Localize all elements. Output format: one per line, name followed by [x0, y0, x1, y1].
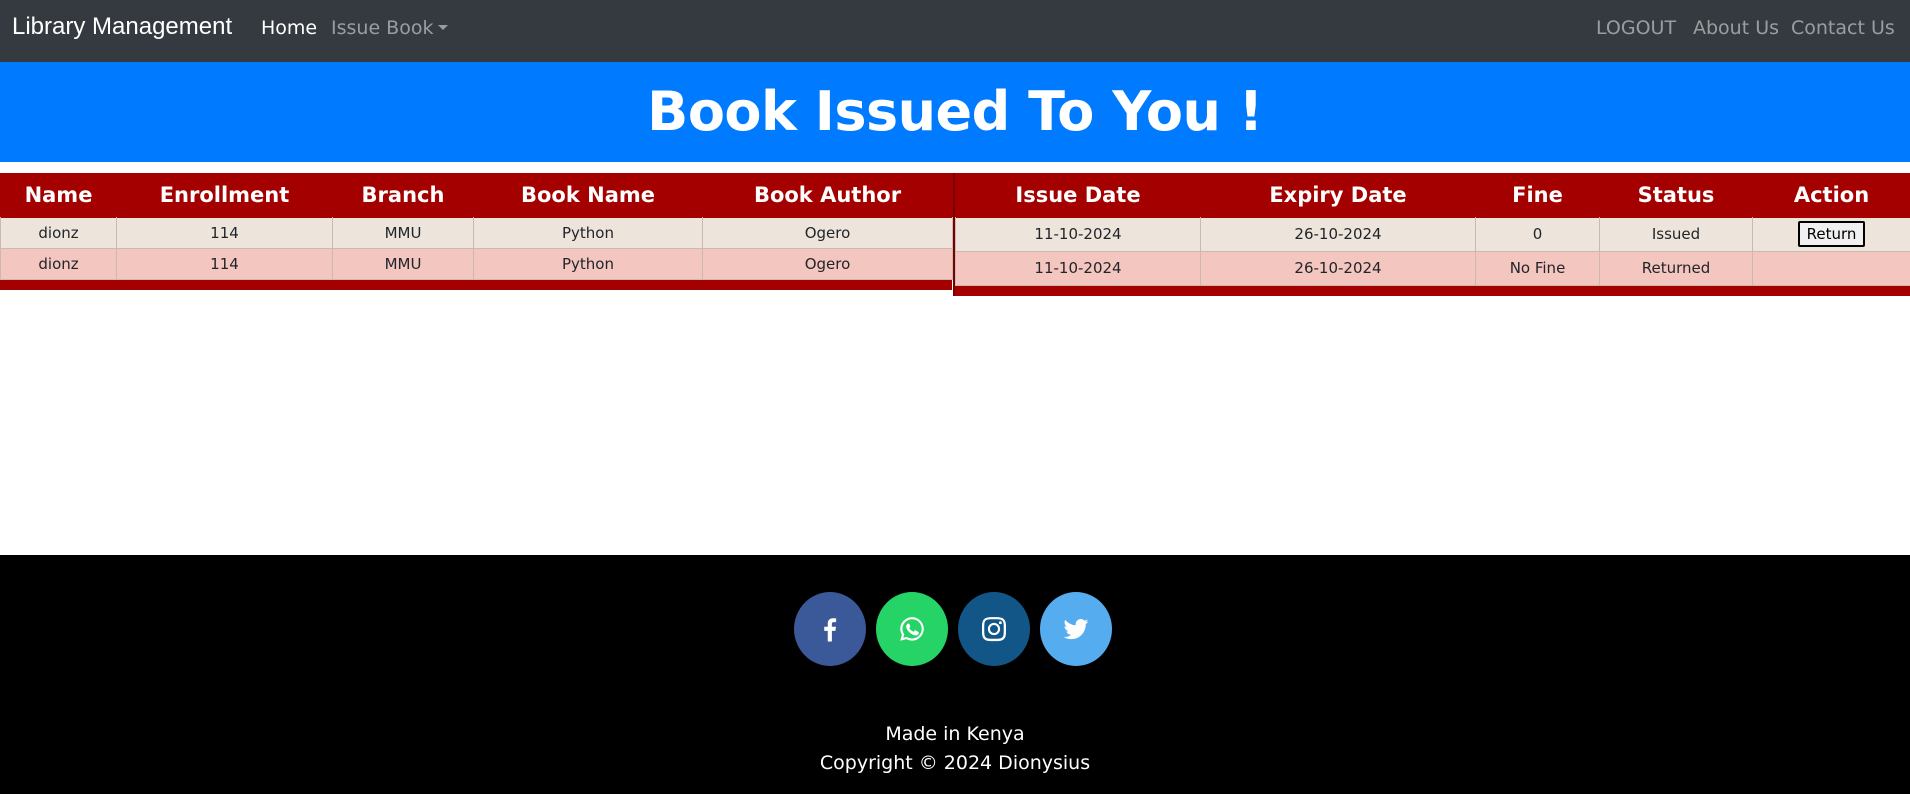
table-header-row: Name Enrollment Branch Book Name Book Au…: [0, 173, 953, 217]
facebook-icon: [824, 618, 837, 642]
cell-issue-date: 11-10-2024: [955, 216, 1201, 252]
cell-status: Issued: [1599, 216, 1753, 252]
cell-action: Return: [1752, 216, 1910, 252]
instagram-button[interactable]: [958, 592, 1030, 666]
facebook-button[interactable]: [794, 592, 866, 666]
student-book-table: Name Enrollment Branch Book Name Book Au…: [0, 173, 953, 290]
header-book-name: Book Name: [473, 173, 703, 217]
nav-issue-book-dropdown[interactable]: Issue Book: [331, 17, 449, 39]
header-branch: Branch: [332, 173, 474, 217]
table-header-row: Issue Date Expiry Date Fine Status Actio…: [955, 173, 1910, 217]
brand-link[interactable]: Library Management: [12, 13, 232, 41]
nav-issue-book-label: Issue Book: [331, 17, 434, 39]
cell-expiry-date: 26-10-2024: [1200, 216, 1476, 252]
header-fine: Fine: [1475, 173, 1600, 217]
footer: Made in Kenya Copyright © 2024 Dionysius: [0, 555, 1910, 794]
navbar: Library Management Home Issue Book LOGOU…: [0, 0, 1910, 62]
issue-status-table: Issue Date Expiry Date Fine Status Actio…: [953, 173, 1910, 296]
header-enrollment: Enrollment: [116, 173, 333, 217]
cell-book-name: Python: [473, 247, 703, 280]
cell-branch: MMU: [332, 247, 474, 280]
header-status: Status: [1599, 173, 1753, 217]
copyright-text: Copyright © 2024 Dionysius: [819, 752, 1091, 774]
whatsapp-button[interactable]: [876, 592, 948, 666]
cell-book-name: Python: [473, 216, 703, 249]
cell-branch: MMU: [332, 216, 474, 249]
twitter-button[interactable]: [1040, 592, 1112, 666]
page-banner: Book Issued To You !: [0, 62, 1910, 162]
cell-status: Returned: [1599, 250, 1753, 286]
whatsapp-icon: [900, 617, 924, 641]
cell-name: dionz: [0, 216, 117, 249]
header-name: Name: [0, 173, 117, 217]
cell-enrollment: 114: [116, 247, 333, 280]
cell-issue-date: 11-10-2024: [955, 250, 1201, 286]
header-book-author: Book Author: [702, 173, 953, 217]
cell-name: dionz: [0, 247, 117, 280]
header-expiry-date: Expiry Date: [1200, 173, 1476, 217]
cell-fine: 0: [1475, 216, 1600, 252]
table-row: dionz 114 MMU Python Ogero: [0, 216, 953, 249]
header-action: Action: [1752, 173, 1910, 217]
table-row: 11-10-2024 26-10-2024 0 Issued Return: [955, 216, 1910, 252]
chevron-down-icon: [438, 25, 449, 30]
cell-enrollment: 114: [116, 216, 333, 249]
header-issue-date: Issue Date: [955, 173, 1201, 217]
instagram-icon: [982, 617, 1006, 642]
table-row: dionz 114 MMU Python Ogero: [0, 247, 953, 280]
cell-fine: No Fine: [1475, 250, 1600, 286]
return-button[interactable]: Return: [1797, 221, 1866, 247]
nav-contact-us[interactable]: Contact Us: [1791, 17, 1895, 39]
page-title: Book Issued To You !: [647, 80, 1263, 143]
twitter-icon: [1063, 618, 1089, 640]
nav-about-us[interactable]: About Us: [1693, 17, 1779, 39]
cell-book-author: Ogero: [702, 216, 953, 249]
cell-expiry-date: 26-10-2024: [1200, 250, 1476, 286]
nav-logout[interactable]: LOGOUT: [1596, 17, 1676, 39]
nav-home[interactable]: Home: [261, 17, 317, 39]
table-row: 11-10-2024 26-10-2024 No Fine Returned: [955, 250, 1910, 286]
cell-book-author: Ogero: [702, 247, 953, 280]
cell-action: [1752, 250, 1910, 286]
made-in-text: Made in Kenya: [885, 723, 1025, 745]
